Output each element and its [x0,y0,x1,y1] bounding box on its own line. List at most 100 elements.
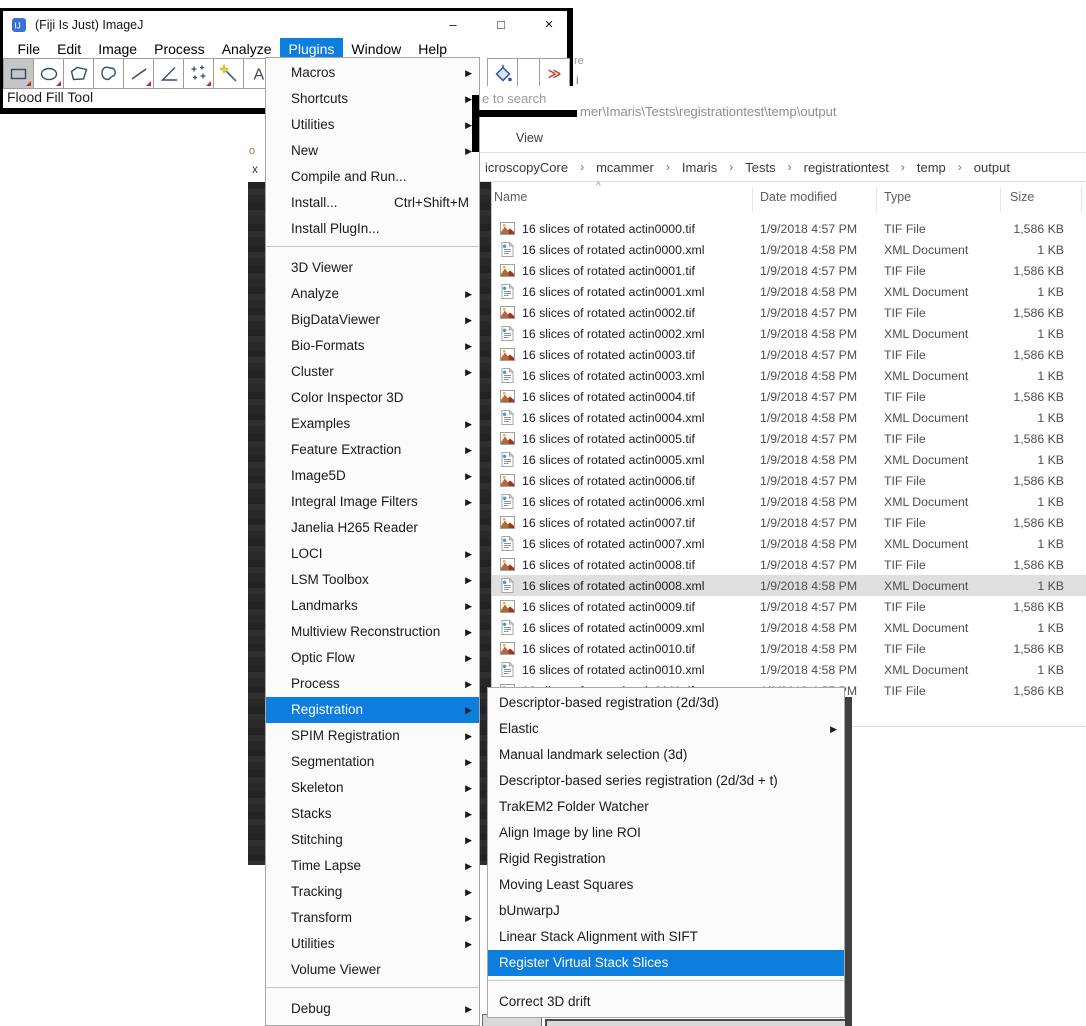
column-header-date-modified[interactable]: Date modified [760,190,837,204]
column-divider[interactable] [1081,187,1082,212]
plugins-menu-item[interactable]: Landmarks ▶ [266,593,479,619]
file-row[interactable]: 16 slices of rotated actin0002.tif 1/9/2… [440,302,1086,323]
file-row[interactable]: 16 slices of rotated actin0005.tif 1/9/2… [440,428,1086,449]
plugins-menu-item[interactable]: LSM Toolbox ▶ [266,567,479,593]
plugins-menu-item[interactable]: Volume Viewer ▶ [266,957,479,983]
fiji-titlebar[interactable]: IJ (Fiji Is Just) ImageJ – □ × [3,11,567,38]
plugins-menu-item[interactable]: Shortcuts ▶ [266,86,479,112]
rectangle-tool-button[interactable] [3,58,34,89]
registration-submenu-item[interactable]: TrakEM2 Folder Watcher ▶ [488,794,844,820]
empty-tool-slot[interactable] [517,58,540,89]
angle-tool-button[interactable] [153,58,184,89]
file-row[interactable]: 16 slices of rotated actin0010.xml 1/9/2… [440,659,1086,680]
file-row[interactable]: 16 slices of rotated actin0003.xml 1/9/2… [440,365,1086,386]
plugins-menu-item[interactable]: Color Inspector 3D ▶ [266,385,479,411]
point-tool-button[interactable] [183,58,214,89]
file-row[interactable]: 16 slices of rotated actin0009.tif 1/9/2… [440,596,1086,617]
breadcrumb-item[interactable]: Imaris › [677,158,740,177]
registration-submenu-item[interactable]: Rigid Registration ▶ [488,846,844,872]
menubar-item[interactable]: Analyze [213,38,280,59]
plugins-menu-item[interactable]: SPIM Registration ▶ [266,723,479,749]
plugins-menu-item[interactable]: Bio-Formats ▶ [266,333,479,359]
plugins-menu-item[interactable]: Image5D ▶ [266,463,479,489]
menubar-item[interactable]: Process [146,38,214,59]
registration-submenu-item[interactable]: Register Virtual Stack Slices ▶ [488,950,844,976]
maximize-icon[interactable]: □ [491,17,511,32]
file-row[interactable]: 16 slices of rotated actin0000.tif 1/9/2… [440,218,1086,239]
plugins-menu-item[interactable]: Install PlugIn... ▶ [266,216,479,242]
file-row[interactable]: 16 slices of rotated actin0002.xml 1/9/2… [440,323,1086,344]
plugins-menu-item[interactable]: Skeleton ▶ [266,775,479,801]
taskbar-search-box[interactable]: e to search [479,86,573,111]
plugins-menu-item[interactable]: Stacks ▶ [266,801,479,827]
plugins-menu-item[interactable]: Sandbox ▶ [266,1022,479,1026]
plugins-menu-item[interactable]: Stitching ▶ [266,827,479,853]
plugins-menu-item[interactable]: Segmentation ▶ [266,749,479,775]
registration-submenu-item[interactable]: ▶ [488,980,844,989]
column-header-size[interactable]: Size [1010,190,1034,204]
menubar-item[interactable]: Window [343,38,410,59]
breadcrumb-item[interactable]: temp › [912,158,969,177]
plugins-menu-item[interactable]: Feature Extraction ▶ [266,437,479,463]
file-row[interactable]: 16 slices of rotated actin0006.tif 1/9/2… [440,470,1086,491]
plugins-menu-item[interactable]: BigDataViewer ▶ [266,307,479,333]
registration-submenu-item[interactable]: Moving Least Squares ▶ [488,872,844,898]
plugins-menu-item[interactable]: ▶ [266,987,479,996]
plugins-menu-item[interactable]: Janelia H265 Reader ▶ [266,515,479,541]
column-header-name[interactable]: Name [494,190,527,204]
breadcrumb-item[interactable]: output › [969,158,1033,177]
flood-fill-tool-button[interactable] [487,58,518,89]
file-row[interactable]: 16 slices of rotated actin0008.tif 1/9/2… [440,554,1086,575]
plugins-menu-item[interactable]: Cluster ▶ [266,359,479,385]
freehand-tool-button[interactable] [93,58,124,89]
plugins-menu-item[interactable]: Optic Flow ▶ [266,645,479,671]
ribbon-tab-view[interactable]: View [516,131,543,145]
plugins-menu-item[interactable]: Time Lapse ▶ [266,853,479,879]
file-row[interactable]: 16 slices of rotated actin0010.tif 1/9/2… [440,638,1086,659]
breadcrumb-item[interactable]: Tests › [740,158,798,177]
line-tool-button[interactable] [123,58,154,89]
plugins-menu-item[interactable]: 3D Viewer ▶ [266,255,479,281]
plugins-menu-item[interactable]: Compile and Run... ▶ [266,164,479,190]
plugins-menu-item[interactable]: LOCI ▶ [266,541,479,567]
file-row[interactable]: 16 slices of rotated actin0001.xml 1/9/2… [440,281,1086,302]
menubar-item[interactable]: Edit [49,38,90,59]
file-row[interactable]: 16 slices of rotated actin0006.xml 1/9/2… [440,491,1086,512]
plugins-menu-item[interactable]: Process ▶ [266,671,479,697]
plugins-menu-item[interactable]: New ▶ [266,138,479,164]
oval-tool-button[interactable] [33,58,64,89]
plugins-menu-item[interactable]: Macros ▶ [266,60,479,86]
plugins-menu-item[interactable]: Utilities ▶ [266,931,479,957]
menubar-item[interactable]: Help [410,38,456,59]
column-divider[interactable] [876,187,877,212]
plugins-menu-item[interactable]: Debug ▶ [266,996,479,1022]
registration-submenu-item[interactable]: Descriptor-based registration (2d/3d) ▶ [488,690,844,716]
menubar-item[interactable]: Plugins [280,38,343,59]
registration-submenu-item[interactable]: Elastic ▶ [488,716,844,742]
file-row[interactable]: 16 slices of rotated actin0009.xml 1/9/2… [440,617,1086,638]
registration-submenu-item[interactable]: Align Image by line ROI ▶ [488,820,844,846]
plugins-menu-item[interactable]: Utilities ▶ [266,112,479,138]
file-row[interactable]: 16 slices of rotated actin0003.tif 1/9/2… [440,344,1086,365]
menubar-item[interactable]: File [9,38,49,59]
file-row[interactable]: 16 slices of rotated actin0005.xml 1/9/2… [440,449,1086,470]
file-row[interactable]: 16 slices of rotated actin0000.xml 1/9/2… [440,239,1086,260]
registration-submenu-item[interactable]: Correct 3D drift ▶ [488,989,844,1015]
plugins-menu-item[interactable]: Tracking ▶ [266,879,479,905]
breadcrumb-item[interactable]: icroscopyCore › [480,158,591,177]
plugins-menu-item[interactable]: Install... Ctrl+Shift+M ▶ [266,190,479,216]
more-tools-button[interactable]: ≫ [539,58,570,89]
polygon-tool-button[interactable] [63,58,94,89]
column-divider[interactable] [752,187,753,212]
menubar-item[interactable]: Image [90,38,146,59]
file-row[interactable]: 16 slices of rotated actin0007.tif 1/9/2… [440,512,1086,533]
file-row[interactable]: 16 slices of rotated actin0004.tif 1/9/2… [440,386,1086,407]
plugins-menu-item[interactable]: Registration ▶ [266,697,479,723]
file-row[interactable]: 16 slices of rotated actin0001.tif 1/9/2… [440,260,1086,281]
column-header-type[interactable]: Type [884,190,911,204]
file-row[interactable]: 16 slices of rotated actin0007.xml 1/9/2… [440,533,1086,554]
wand-tool-button[interactable] [213,58,244,89]
close-icon[interactable]: × [539,16,559,33]
breadcrumb-item[interactable]: registrationtest › [799,158,912,177]
plugins-menu-item[interactable]: Multiview Reconstruction ▶ [266,619,479,645]
